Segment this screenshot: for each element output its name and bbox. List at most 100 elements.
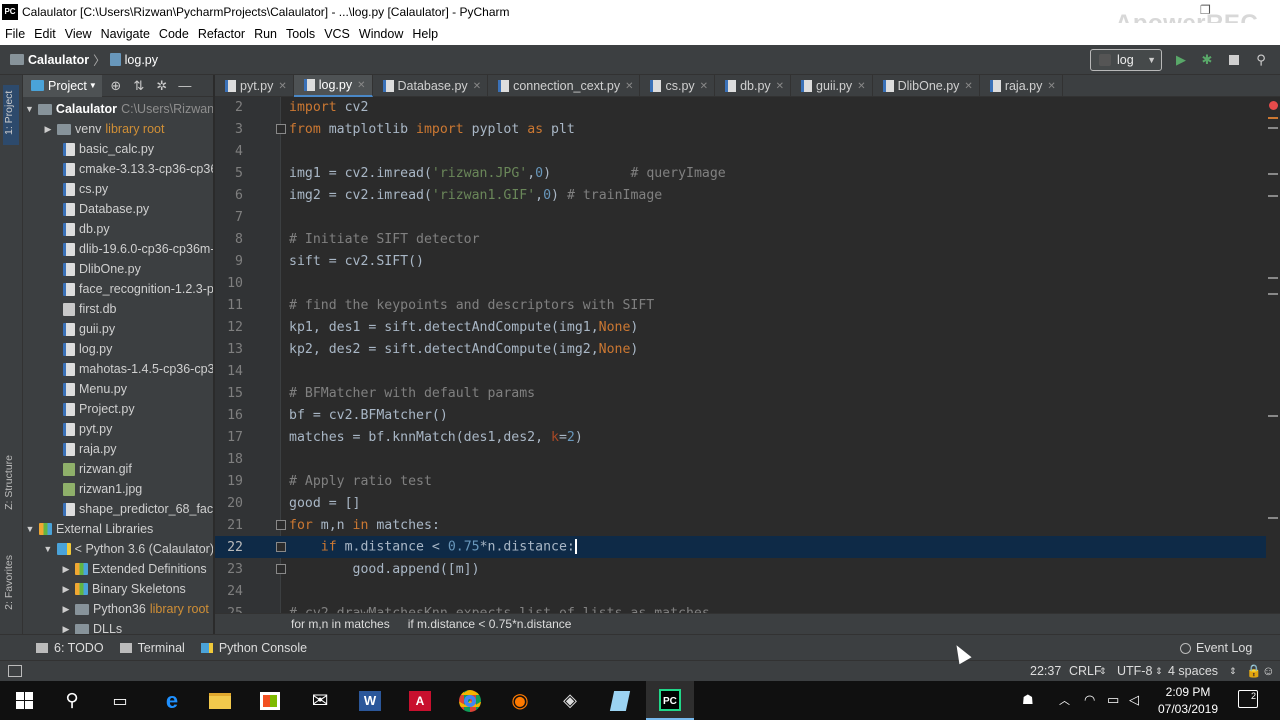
collapse-icon[interactable]: ⇅ [130,78,148,94]
code-line[interactable]: 12 kp1, des1 = sift.detectAndCompute(img1… [215,316,1280,338]
tree-item[interactable]: db.py [23,219,213,239]
debug-icon[interactable]: ✱ [1200,52,1214,67]
code-line[interactable]: 15 # BFMatcher with default params [215,382,1280,404]
tree-item[interactable]: basic_calc.py [23,139,213,159]
line-separator[interactable]: CRLF [1069,664,1102,678]
code-text[interactable]: import cv2 [289,100,368,115]
gear-icon[interactable]: ✲ [153,78,171,94]
python-console-button[interactable]: Python Console [200,641,307,655]
acrobat-icon[interactable]: A [396,681,444,720]
tab-log[interactable]: log.py ✕ [293,75,373,97]
code-text[interactable]: # BFMatcher with default params [289,386,535,401]
code-line[interactable]: 7 [215,206,1280,228]
caret-position[interactable]: 22:37 [1030,664,1061,678]
code-line[interactable]: 4 [215,140,1280,162]
close-icon[interactable]: ✕ [964,81,972,92]
collapsed-arrow-icon[interactable]: ▶ [61,624,71,635]
menu-help[interactable]: Help [407,27,442,41]
close-icon[interactable]: ✕ [776,81,784,92]
close-icon[interactable]: ✕ [357,80,365,91]
tree-item[interactable]: rizwan.gif [23,459,213,479]
code-text[interactable]: img1 = cv2.imread('rizwan.JPG',0) # quer… [289,166,726,181]
warning-marker[interactable] [1268,127,1278,129]
tree-item[interactable]: pyt.py [23,419,213,439]
edge-icon[interactable]: e [148,681,196,720]
inspector-icon[interactable]: ☺ [1262,664,1275,678]
code-line[interactable]: 21 for m,n in matches: [215,514,1280,536]
locate-icon[interactable]: ⊕ [107,78,125,94]
close-icon[interactable]: ✕ [700,81,708,92]
file-explorer-icon[interactable] [196,681,244,720]
code-text[interactable]: for m,n in matches: [289,518,440,533]
tree-item[interactable]: cs.py [23,179,213,199]
tab-db[interactable]: db.py ✕ [715,75,792,97]
tree-item[interactable]: ▶ Extended Definitions [23,559,213,579]
code-line[interactable]: 11 # find the keypoints and descriptors w… [215,294,1280,316]
code-text[interactable]: kp1, des1 = sift.detectAndCompute(img1,N… [289,320,638,335]
menu-code[interactable]: Code [154,27,193,41]
fold-icon[interactable] [276,520,286,530]
close-icon[interactable]: ✕ [857,81,865,92]
breadcrumb-if-statement[interactable]: if m.distance < 0.75*n.distance [408,617,572,631]
tab-pyt[interactable]: pyt.py ✕ [215,75,294,97]
lock-icon[interactable]: 🔒 [1246,664,1262,679]
tab-raja[interactable]: raja.py ✕ [980,75,1063,97]
tree-item[interactable]: log.py [23,339,213,359]
system-clock[interactable]: 2:09 PM 07/03/2019 [1150,684,1226,718]
code-text[interactable]: # Initiate SIFT detector [289,232,480,247]
fold-icon[interactable] [276,564,286,574]
breadcrumb-file[interactable]: log.py [125,53,158,67]
code-text[interactable]: good = [] [289,496,360,511]
fold-icon[interactable] [276,542,286,552]
store-icon[interactable] [246,681,294,720]
tree-item-python-sdk[interactable]: ▼ < Python 3.6 (Calaulator) [23,539,213,559]
code-text[interactable]: if m.distance < 0.75*n.distance: [289,539,577,555]
restore-window-icon[interactable]: ❐ [1200,3,1211,17]
expanded-arrow-icon[interactable]: ▼ [43,544,53,554]
tree-item-external-libraries[interactable]: ▼ External Libraries [23,519,213,539]
tree-item[interactable]: ▶ Binary Skeletons [23,579,213,599]
expanded-arrow-icon[interactable]: ▼ [25,104,34,114]
run-icon[interactable]: ▶ [1174,52,1188,67]
tool-tab-favorites[interactable]: 2: Favorites [3,555,15,610]
terminal-button[interactable]: Terminal [119,641,185,655]
code-line[interactable]: 18 [215,448,1280,470]
unity-icon[interactable]: ◈ [546,681,594,720]
tool-tab-project[interactable]: 1: Project [3,85,19,145]
code-line[interactable]: 19 # Apply ratio test [215,470,1280,492]
chrome-icon[interactable] [446,681,494,720]
code-text[interactable]: sift = cv2.SIFT() [289,254,424,269]
collapsed-arrow-icon[interactable]: ▶ [61,564,71,575]
code-line[interactable]: 3 from matplotlib import pyplot as plt [215,118,1280,140]
error-indicator-icon[interactable] [1269,101,1278,110]
tree-item[interactable]: shape_predictor_68_face_l [23,499,213,519]
stop-icon[interactable] [1227,53,1241,67]
tab-guii[interactable]: guii.py ✕ [791,75,873,97]
collapsed-arrow-icon[interactable]: ▶ [61,584,71,595]
code-text[interactable]: matches = bf.knnMatch(des1,des2, k=2) [289,430,583,445]
menu-edit[interactable]: Edit [29,27,60,41]
tree-item-root[interactable]: ▼ Calaulator C:\Users\Rizwan\ [23,99,213,119]
tree-item[interactable]: DlibOne.py [23,259,213,279]
code-text[interactable]: bf = cv2.BFMatcher() [289,408,448,423]
expanded-arrow-icon[interactable]: ▼ [25,524,35,534]
code-text[interactable]: # Apply ratio test [289,474,432,489]
code-line[interactable]: 23 good.append([m]) [215,558,1280,580]
code-text[interactable]: good.append([m]) [289,562,480,577]
file-encoding[interactable]: UTF-8 [1117,664,1152,678]
event-log-button[interactable]: Event Log [1180,641,1252,655]
notification-center-icon[interactable]: 2 [1238,690,1258,708]
search-icon[interactable]: ⚲ [48,681,96,720]
close-icon[interactable]: ✕ [1047,81,1055,92]
tree-item[interactable]: cmake-3.13.3-cp36-cp36m [23,159,213,179]
collapsed-arrow-icon[interactable]: ▶ [43,124,53,135]
code-text[interactable]: img2 = cv2.imread('rizwan1.GIF',0) # tra… [289,188,662,203]
menu-vcs[interactable]: VCS [319,27,354,41]
code-line[interactable]: 6 img2 = cv2.imread('rizwan1.GIF',0) # tr… [215,184,1280,206]
code-line[interactable]: 2 import cv2 [215,97,1280,118]
menu-run[interactable]: Run [249,27,281,41]
task-view-icon[interactable]: ▭ [96,681,144,720]
tree-item[interactable]: guii.py [23,319,213,339]
code-editor[interactable]: 2 import cv2 3 from matplotlib import pyplo… [215,97,1280,613]
run-configuration-select[interactable]: log ▼ [1090,49,1162,71]
